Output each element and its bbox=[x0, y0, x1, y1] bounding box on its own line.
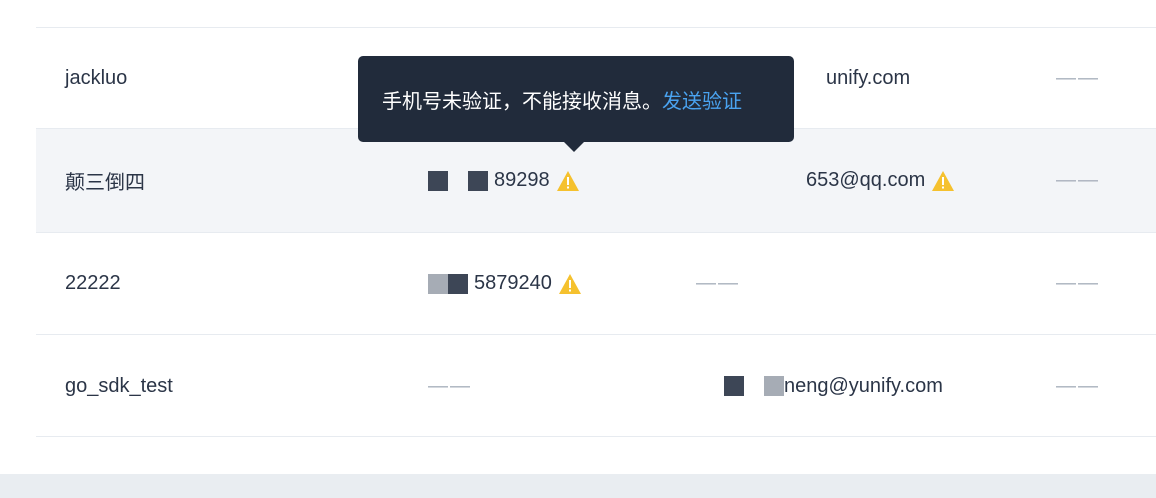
tooltip-message: 手机号未验证，不能接收消息。 bbox=[382, 90, 662, 113]
send-verification-link[interactable]: 发送验证 bbox=[662, 85, 742, 114]
redacted-mask bbox=[448, 273, 468, 294]
email-cell: 653@qq.com bbox=[696, 129, 955, 232]
other-cell: —— bbox=[1056, 169, 1100, 191]
tooltip-arrow bbox=[564, 142, 584, 152]
redacted-mask bbox=[724, 376, 744, 396]
other-cell: —— bbox=[1056, 67, 1100, 89]
phone-text: 89298 bbox=[494, 169, 550, 191]
email-text: 653@qq.com bbox=[806, 169, 926, 191]
other-cell: —— bbox=[1056, 272, 1100, 294]
table-row[interactable]: 颠三倒四 89298 653@qq.com —— bbox=[36, 129, 1156, 232]
warning-icon[interactable] bbox=[558, 273, 582, 295]
phone-cell: 5879240 bbox=[428, 233, 582, 334]
warning-icon[interactable] bbox=[931, 170, 955, 192]
redacted-mask bbox=[764, 376, 784, 396]
row-divider bbox=[36, 436, 1156, 437]
phone-cell: 89298 bbox=[428, 129, 580, 232]
warning-icon[interactable] bbox=[556, 170, 580, 192]
phone-cell: —— bbox=[428, 374, 472, 397]
phone-text: 5879240 bbox=[474, 272, 552, 294]
email-cell: neng@yunify.com bbox=[696, 335, 943, 437]
footer-bar bbox=[0, 474, 1156, 498]
email-text: neng@yunify.com bbox=[784, 374, 943, 397]
name-cell: 22222 bbox=[65, 272, 121, 294]
redacted-mask bbox=[428, 170, 448, 191]
unverified-phone-tooltip: 手机号未验证，不能接收消息。 发送验证 bbox=[358, 56, 794, 152]
name-cell: jackluo bbox=[65, 67, 128, 89]
other-cell: —— bbox=[1056, 374, 1100, 397]
redacted-mask bbox=[428, 273, 448, 294]
name-cell: go_sdk_test bbox=[65, 374, 173, 397]
redacted-mask bbox=[468, 170, 488, 191]
email-cell: —— bbox=[696, 272, 740, 294]
name-cell: 颠三倒四 bbox=[65, 172, 145, 194]
email-text: unify.com bbox=[826, 67, 911, 89]
table-row[interactable]: 22222 5879240 —— —— bbox=[36, 233, 1156, 334]
table-row[interactable]: go_sdk_test —— neng@yunify.com —— bbox=[36, 335, 1156, 437]
